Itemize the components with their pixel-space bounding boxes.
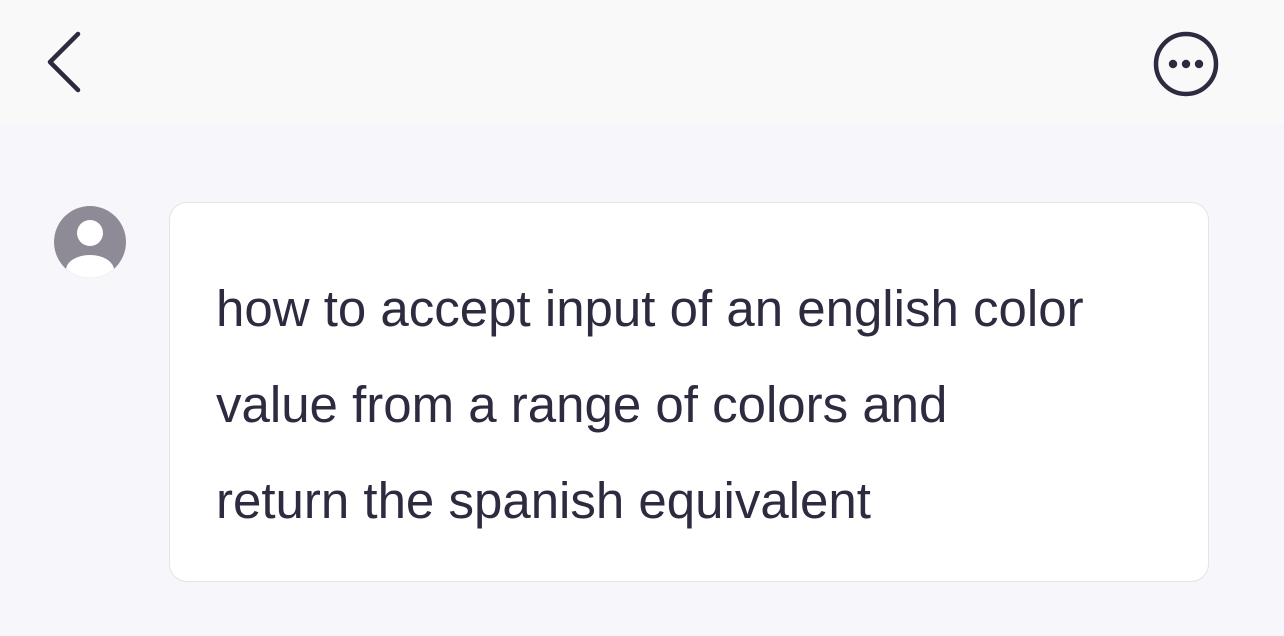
message-bubble: how to accept input of an english color … — [169, 202, 1209, 582]
more-options-button[interactable] — [1150, 28, 1222, 100]
top-bar — [0, 0, 1284, 124]
ellipsis-circle-icon — [1153, 31, 1219, 97]
user-avatar-icon — [54, 206, 126, 278]
back-button[interactable] — [36, 26, 96, 98]
chevron-left-icon — [47, 31, 81, 93]
message-text: how to accept input of an english color … — [216, 280, 1084, 529]
avatar — [54, 206, 126, 278]
